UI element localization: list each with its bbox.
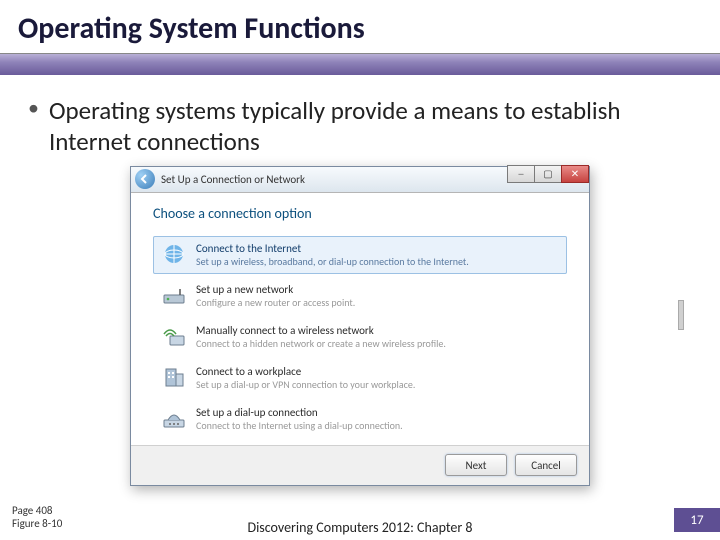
window-title: Set Up a Connection or Network xyxy=(161,173,305,186)
slide-title: Operating System Functions xyxy=(0,0,720,51)
option-connect-internet[interactable]: Connect to the Internet Set up a wireles… xyxy=(153,236,567,274)
bullet-text: Operating systems typically provide a me… xyxy=(49,95,692,158)
slide-footer: Page 408 Figure 8-10 Discovering Compute… xyxy=(0,492,720,540)
option-dialup[interactable]: Set up a dial-up connection Connect to t… xyxy=(153,400,567,438)
option-title: Connect to the Internet xyxy=(196,242,469,255)
dialog-body: Choose a connection option Connect to th… xyxy=(131,193,589,445)
page-reference: Page 408 Figure 8-10 xyxy=(12,504,62,530)
building-icon xyxy=(160,365,188,389)
cancel-button[interactable]: Cancel xyxy=(515,454,577,476)
slide-number: 17 xyxy=(674,508,720,532)
minimize-button[interactable]: ─ xyxy=(507,165,535,183)
option-title: Connect to a workplace xyxy=(196,365,415,378)
bullet-marker: • xyxy=(28,95,39,121)
dialog-footer: Next Cancel xyxy=(131,445,589,485)
option-title: Set up a dial-up connection xyxy=(196,406,403,419)
option-subtitle: Connect to the Internet using a dial-up … xyxy=(196,419,403,432)
option-workplace[interactable]: Connect to a workplace Set up a dial-up … xyxy=(153,359,567,397)
connection-wizard-window: Set Up a Connection or Network ─ ▢ ✕ Cho… xyxy=(130,166,590,486)
next-button[interactable]: Next xyxy=(445,454,507,476)
title-accent-bar xyxy=(0,53,720,75)
option-manual-wireless[interactable]: Manually connect to a wireless network C… xyxy=(153,318,567,356)
option-subtitle: Set up a dial-up or VPN connection to yo… xyxy=(196,378,415,391)
option-title: Manually connect to a wireless network xyxy=(196,324,446,337)
bullet-region: • Operating systems typically provide a … xyxy=(0,75,720,166)
dialog-figure: Set Up a Connection or Network ─ ▢ ✕ Cho… xyxy=(0,166,720,486)
option-subtitle: Set up a wireless, broadband, or dial-up… xyxy=(196,255,469,268)
window-titlebar[interactable]: Set Up a Connection or Network ─ ▢ ✕ xyxy=(131,167,589,193)
option-subtitle: Connect to a hidden network or create a … xyxy=(196,337,446,350)
footer-center-text: Discovering Computers 2012: Chapter 8 xyxy=(200,519,520,536)
dialog-heading: Choose a connection option xyxy=(153,205,567,222)
globe-icon xyxy=(160,242,188,266)
option-title: Set up a new network xyxy=(196,283,355,296)
option-subtitle: Configure a new router or access point. xyxy=(196,296,355,309)
bullet-item: • Operating systems typically provide a … xyxy=(28,95,692,158)
page-number: Page 408 xyxy=(12,504,62,517)
window-buttons: ─ ▢ ✕ xyxy=(508,165,589,183)
figure-ref: Figure 8-10 xyxy=(12,517,62,530)
option-new-network[interactable]: Set up a new network Configure a new rou… xyxy=(153,277,567,315)
router-icon xyxy=(160,283,188,307)
maximize-button[interactable]: ▢ xyxy=(534,165,562,183)
back-button[interactable] xyxy=(135,169,155,189)
wireless-icon xyxy=(160,324,188,348)
scrollbar-hint xyxy=(678,300,684,330)
close-button[interactable]: ✕ xyxy=(561,165,589,183)
phone-icon xyxy=(160,406,188,430)
